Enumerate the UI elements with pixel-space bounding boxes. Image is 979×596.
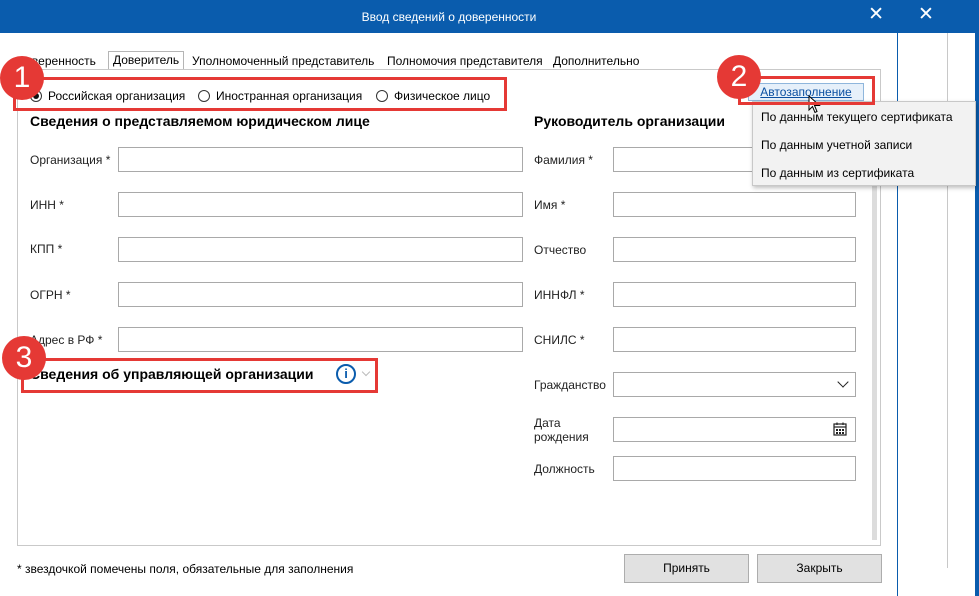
organization-label: Организация * [30, 153, 111, 167]
patronymic-label: Отчество [534, 243, 587, 257]
position-label: Должность [534, 462, 595, 476]
ogrn-field[interactable] [118, 282, 523, 307]
tab-principal[interactable]: Доверитель [108, 51, 185, 70]
patronymic-field[interactable] [613, 237, 856, 262]
ogrn-label: ОГРН * [30, 288, 71, 302]
kpp-label: КПП * [30, 242, 63, 256]
innfl-field[interactable] [613, 282, 856, 307]
address-field[interactable] [118, 327, 523, 352]
chevron-down-icon[interactable] [837, 376, 849, 388]
snils-label: СНИЛС * [534, 333, 585, 347]
menu-item-current-certificate[interactable]: По данным текущего сертификата [761, 110, 953, 124]
autofill-menu: По данным текущего сертификата По данным… [752, 101, 976, 186]
organization-field[interactable] [118, 147, 523, 172]
snils-field[interactable] [613, 327, 856, 352]
accept-button[interactable]: Принять [624, 554, 749, 583]
legal-entity-heading: Сведения о представляемом юридическом ли… [30, 113, 370, 129]
innfl-label: ИННФЛ * [534, 288, 585, 302]
menu-item-account-data[interactable]: По данным учетной записи [761, 138, 912, 152]
surname-label: Фамилия * [534, 153, 593, 167]
inn-field[interactable] [118, 192, 523, 217]
citizenship-label: Гражданство [534, 378, 606, 392]
dialog-titlebar: Ввод сведений о доверенности ✕ [0, 0, 898, 33]
inn-label: ИНН * [30, 198, 64, 212]
close-icon[interactable]: ✕ [868, 5, 884, 25]
first-name-label: Имя * [534, 198, 566, 212]
required-fields-note: * звездочкой помечены поля, обязательные… [17, 562, 354, 576]
kpp-field[interactable] [118, 237, 523, 262]
annotation-box-1 [13, 77, 507, 111]
dialog-title: Ввод сведений о доверенности [361, 10, 537, 24]
background-window-titlebar: ✕ [898, 0, 979, 33]
annotation-badge-3: 3 [2, 336, 46, 380]
close-button[interactable]: Закрыть [757, 554, 882, 583]
background-close-icon[interactable]: ✕ [918, 5, 934, 25]
position-field[interactable] [613, 456, 856, 481]
birth-date-field[interactable] [613, 417, 856, 442]
birth-date-label: Дата рождения [534, 416, 589, 444]
citizenship-select[interactable] [613, 372, 856, 397]
menu-item-from-certificate[interactable]: По данным из сертификата [761, 166, 914, 180]
annotation-box-3 [21, 358, 378, 393]
calendar-icon[interactable] [833, 422, 847, 436]
head-of-org-heading: Руководитель организации [534, 113, 725, 129]
annotation-badge-2: 2 [717, 55, 761, 99]
first-name-field[interactable] [613, 192, 856, 217]
annotation-badge-1: 1 [0, 56, 44, 100]
